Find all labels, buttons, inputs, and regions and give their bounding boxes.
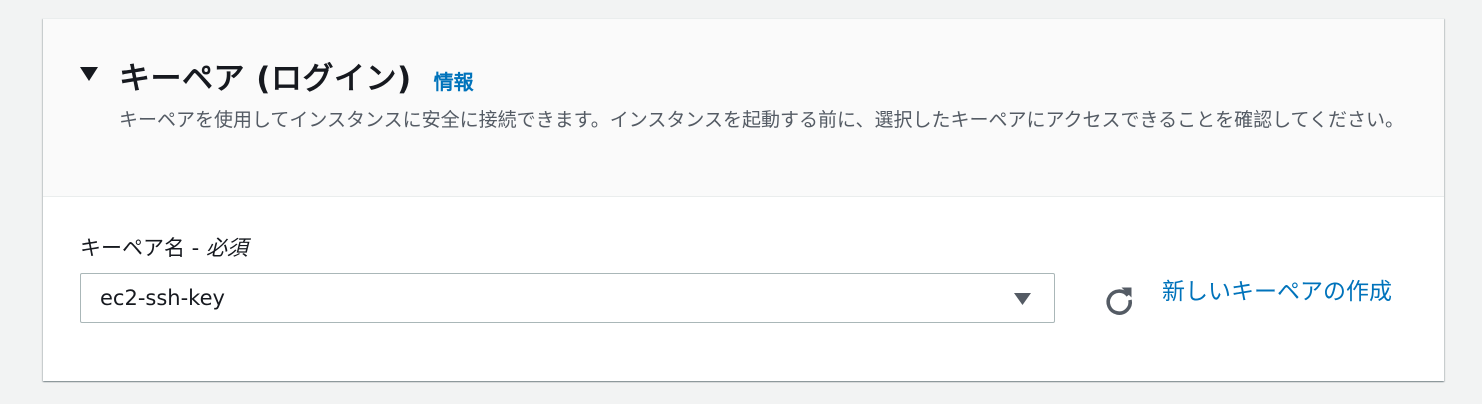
caret-down-icon[interactable] — [79, 66, 99, 82]
key-pair-selected-value: ec2-ssh-key — [100, 286, 225, 310]
section-description: キーペアを使用してインスタンスに安全に接続できます。インスタンスを起動する前に、… — [119, 109, 1404, 131]
key-pair-panel: キーペア (ログイン) 情報 キーペアを使用してインスタンスに安全に接続できます… — [43, 18, 1444, 381]
key-pair-name-label: キーペア名 - 必須 — [80, 232, 248, 262]
panel-header: キーペア (ログイン) 情報 キーペアを使用してインスタンスに安全に接続できます… — [43, 19, 1444, 197]
title-row: キーペア (ログイン) 情報 — [119, 53, 474, 98]
info-link[interactable]: 情報 — [434, 66, 474, 95]
key-pair-select[interactable]: ec2-ssh-key — [80, 273, 1055, 323]
caret-down-icon — [1014, 293, 1031, 305]
key-pair-name-label-text: キーペア名 - — [80, 236, 206, 260]
required-indicator: 必須 — [205, 236, 248, 260]
create-key-pair-link[interactable]: 新しいキーペアの作成 — [1162, 274, 1412, 310]
refresh-icon[interactable] — [1102, 283, 1136, 317]
section-title: キーペア (ログイン) — [119, 61, 412, 97]
